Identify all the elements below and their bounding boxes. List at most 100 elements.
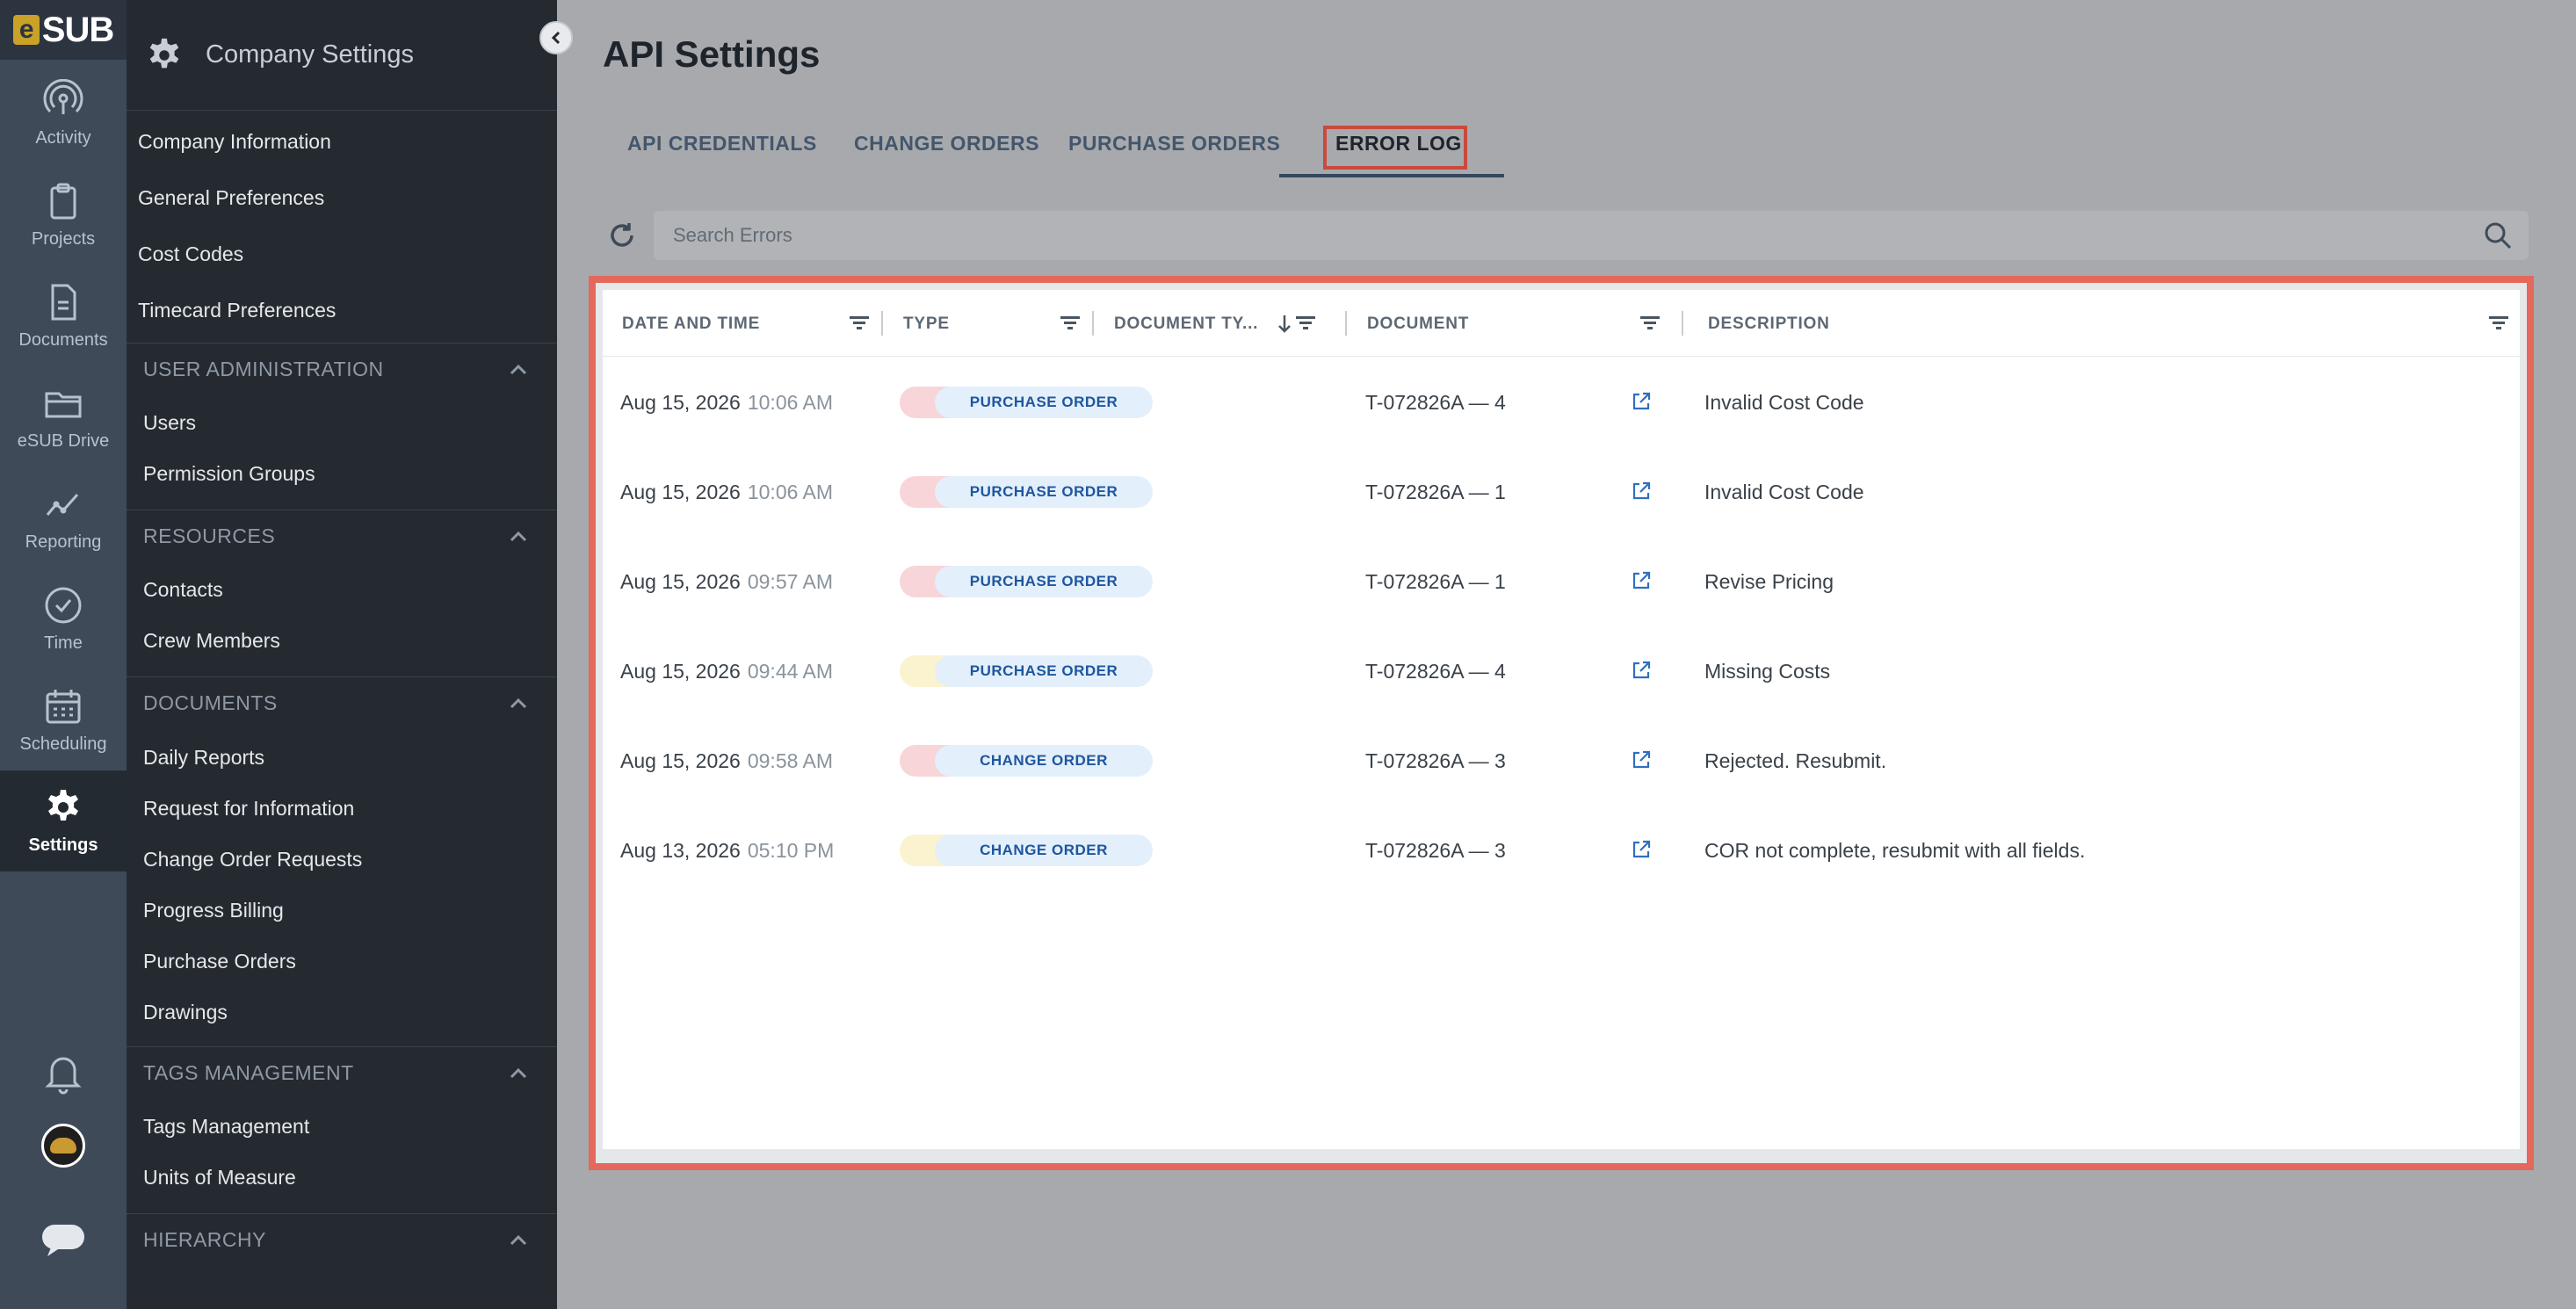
document-type-badge: PURCHASE ORDER [935,387,1153,418]
column-header-document[interactable]: DOCUMENT [1367,315,1469,334]
filter-icon[interactable] [1293,311,1318,336]
chevron-up-icon [510,1067,527,1078]
sidebar-item-daily-reports[interactable]: Daily Reports [143,746,264,770]
calendar-icon [46,690,81,724]
external-link-icon[interactable] [1631,570,1652,591]
main-content: API Settings API CREDENTIALS CHANGE ORDE… [557,0,2576,1309]
column-header-description[interactable]: DESCRIPTION [1708,315,1830,334]
sidebar-item-tags-management[interactable]: Tags Management [143,1115,309,1139]
table-row[interactable]: Aug 15, 202610:06 AM ERROR PURCHASE ORDE… [603,446,2520,536]
date-cell: Aug 15, 2026 09:57 AM [620,570,833,594]
external-link-icon[interactable] [1631,481,1652,502]
gear-icon [149,38,179,68]
filter-icon[interactable] [2486,311,2511,336]
rail-item-scheduling[interactable]: Scheduling [0,669,127,770]
sidebar-item-progress-billing[interactable]: Progress Billing [143,899,284,922]
chevron-up-icon [510,698,527,708]
rail-item-label: Time [44,633,83,653]
external-link-icon[interactable] [1631,391,1652,412]
rail-item-settings[interactable]: Settings [0,770,127,871]
column-header-type[interactable]: TYPE [903,315,950,334]
chevron-up-icon [510,1234,527,1245]
page-title: API Settings [603,33,821,75]
sidebar-section-hierarchy[interactable]: HIERARCHY [127,1213,557,1266]
filter-icon[interactable] [847,311,872,336]
description-cell: Missing Costs [1704,660,1831,683]
column-divider[interactable] [1682,311,1683,336]
sidebar-item-purchase-orders[interactable]: Purchase Orders [143,950,296,973]
column-header-document-type[interactable]: DOCUMENT TY... [1114,315,1258,334]
column-header-date-time[interactable]: DATE AND TIME [622,315,760,334]
external-link-icon[interactable] [1631,839,1652,860]
active-tab-highlight [1323,126,1467,170]
description-cell: Invalid Cost Code [1704,391,1864,414]
error-log-table: DATE AND TIME TYPE DOCUMENT TY... DOCUME… [603,290,2520,1149]
date-text: Aug 15, 2026 [620,749,741,772]
external-link-icon[interactable] [1631,660,1652,681]
rail-item-documents[interactable]: Documents [0,265,127,366]
sidebar-item-contacts[interactable]: Contacts [143,578,223,602]
esub-logo[interactable]: e SUB [0,0,127,60]
user-avatar-button[interactable] [0,1124,127,1168]
column-divider[interactable] [1092,311,1094,336]
active-tab-underline [1279,174,1504,177]
tab-change-orders[interactable]: CHANGE ORDERS [854,132,1039,155]
filter-icon[interactable] [1638,311,1662,336]
sidebar-item-general-preferences[interactable]: General Preferences [138,186,324,210]
sidebar-section-tags-management[interactable]: TAGS MANAGEMENT [127,1046,557,1099]
document-cell: T-072826A — 3 [1365,839,1506,862]
rail-item-projects[interactable]: Projects [0,164,127,265]
rail-item-reporting[interactable]: Reporting [0,467,127,568]
sidebar-item-users[interactable]: Users [143,411,196,435]
table-row[interactable]: Aug 15, 202610:06 AM ERROR PURCHASE ORDE… [603,357,2520,446]
table-row[interactable]: Aug 13, 202605:10 PM ISSUE CHANGE ORDER … [603,805,2520,894]
date-cell: Aug 15, 2026 10:06 AM [620,481,833,504]
gear-icon [48,790,78,821]
external-link-icon[interactable] [1631,749,1652,770]
chart-icon [46,494,79,516]
table-row[interactable]: Aug 15, 202609:58 AM ERROR CHANGE ORDER … [603,715,2520,805]
tab-api-credentials[interactable]: API CREDENTIALS [627,132,817,155]
description-cell: COR not complete, resubmit with all fiel… [1704,839,2086,862]
rail-item-esub-drive[interactable]: eSUB Drive [0,366,127,467]
sidebar-item-request-for-information[interactable]: Request for Information [143,797,354,821]
search-icon[interactable] [2483,221,2513,250]
sidebar-item-permission-groups[interactable]: Permission Groups [143,462,315,486]
description-cell: Invalid Cost Code [1704,481,1864,503]
tab-purchase-orders[interactable]: PURCHASE ORDERS [1068,132,1280,155]
sidebar-item-company-information[interactable]: Company Information [138,130,331,154]
date-cell: Aug 15, 2026 09:44 AM [620,660,833,683]
date-text: Aug 13, 2026 [620,839,741,862]
document-type-badge: CHANGE ORDER [935,835,1153,866]
sidebar-section-user-administration[interactable]: USER ADMINISTRATION [127,343,557,395]
sidebar-item-change-order-requests[interactable]: Change Order Requests [143,848,362,871]
sidebar-item-drawings[interactable]: Drawings [143,1001,228,1024]
table-header: DATE AND TIME TYPE DOCUMENT TY... DOCUME… [603,290,2520,357]
rail-item-time[interactable]: Time [0,568,127,669]
date-text: Aug 15, 2026 [620,570,741,593]
sidebar-section-documents[interactable]: DOCUMENTS [127,676,557,729]
chat-icon [42,1225,84,1256]
search-input[interactable] [654,211,2483,260]
column-divider[interactable] [881,311,883,336]
sidebar-item-cost-codes[interactable]: Cost Codes [138,242,243,266]
sidebar-section-resources[interactable]: RESOURCES [127,510,557,562]
avatar [41,1124,85,1168]
column-divider[interactable] [1345,311,1347,336]
filter-icon[interactable] [1058,311,1082,336]
document-type-badge: CHANGE ORDER [935,745,1153,777]
rail-item-label: Activity [35,128,91,148]
table-row[interactable]: Aug 15, 202609:44 AM ISSUE PURCHASE ORDE… [603,626,2520,715]
sidebar-item-units-of-measure[interactable]: Units of Measure [143,1166,296,1190]
time-text: 09:58 AM [747,749,834,772]
sidebar-item-timecard-preferences[interactable]: Timecard Preferences [138,299,336,322]
refresh-icon[interactable] [604,218,640,253]
search-box [654,211,2529,260]
rail-item-activity[interactable]: Activity [0,63,127,164]
chevron-up-icon [510,364,527,374]
table-row[interactable]: Aug 15, 202609:57 AM ERROR PURCHASE ORDE… [603,536,2520,626]
sidebar-item-crew-members[interactable]: Crew Members [143,629,280,653]
notifications-button[interactable] [0,1051,127,1095]
date-cell: Aug 13, 2026 05:10 PM [620,839,834,863]
chat-button[interactable] [0,1221,127,1260]
